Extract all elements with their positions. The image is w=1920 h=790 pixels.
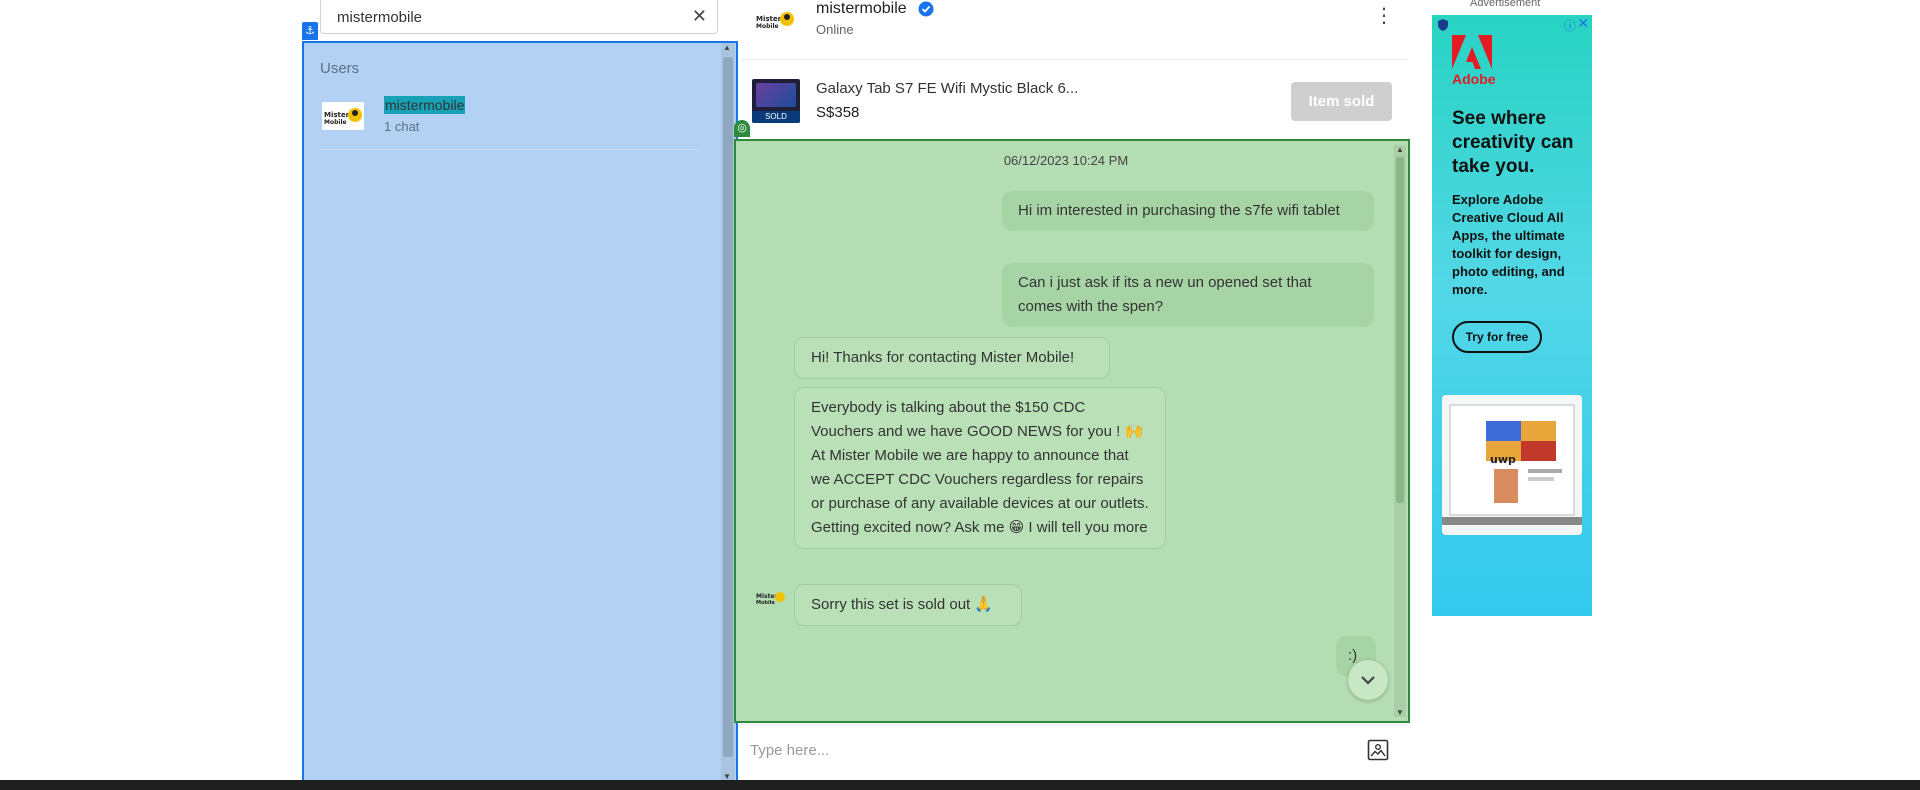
- avatar: Mister Mobile: [754, 6, 796, 34]
- message-bubble-incoming: Hi! Thanks for contacting Mister Mobile!: [794, 337, 1110, 379]
- sender-avatar: Mister Mobile: [756, 592, 785, 606]
- chat-status: Online: [816, 22, 854, 37]
- avatar: Mister Mobile: [322, 102, 364, 130]
- taskbar: [0, 780, 1920, 790]
- message-input[interactable]: [750, 735, 1330, 765]
- listing-summary[interactable]: SOLD Galaxy Tab S7 FE Wifi Mystic Black …: [740, 60, 1408, 140]
- svg-text:Mobile: Mobile: [756, 600, 775, 606]
- message-composer: [740, 724, 1408, 780]
- message-bubble-incoming: Sorry this set is sold out 🙏: [794, 584, 1022, 626]
- svg-text:Mobile: Mobile: [756, 23, 779, 30]
- chevron-down-icon: [1361, 676, 1375, 685]
- listing-price: S$358: [816, 104, 860, 121]
- scrollbar-thumb[interactable]: [1396, 157, 1404, 503]
- anchor-icon: ⚓: [302, 22, 318, 40]
- chat-header: Mister Mobile mistermobile Online ⋮: [740, 0, 1408, 60]
- ad-cta-button[interactable]: Try for free: [1452, 321, 1542, 353]
- more-options-icon[interactable]: ⋮: [1374, 6, 1394, 26]
- svg-text:uwp: uwp: [1490, 453, 1516, 466]
- messages-panel: 06/12/2023 10:24 PM Hi im interested in …: [734, 139, 1410, 723]
- messages-overlay-tag-icon: ◎: [734, 120, 750, 137]
- message-date: 06/12/2023 10:24 PM: [1003, 153, 1129, 168]
- image-upload-icon[interactable]: [1367, 739, 1389, 761]
- scroll-up-arrow-icon[interactable]: ▲: [723, 43, 731, 52]
- verified-badge-icon: [918, 1, 934, 17]
- messages-scrollbar[interactable]: ▲ ▼: [1394, 145, 1406, 717]
- scroll-to-bottom-button[interactable]: [1348, 660, 1388, 700]
- item-sold-button[interactable]: Item sold: [1291, 82, 1392, 121]
- search-value: mistermobile: [337, 9, 423, 26]
- svg-text:Mister: Mister: [756, 15, 782, 23]
- ad-body: Explore Adobe Creative Cloud All Apps, t…: [1452, 192, 1565, 297]
- users-scrollbar[interactable]: ▲ ▼: [721, 43, 735, 781]
- user-chat-count: 1 chat: [384, 119, 420, 134]
- user-name: mistermobile: [384, 96, 466, 114]
- search-input[interactable]: mistermobile ✕: [320, 0, 718, 34]
- ad-image: uwp: [1442, 395, 1582, 535]
- shield-icon: [1438, 19, 1448, 31]
- listing-thumbnail: SOLD: [752, 79, 800, 123]
- svg-text:Mister: Mister: [324, 111, 350, 119]
- users-heading: Users: [320, 60, 360, 77]
- message-bubble-incoming: Everybody is talking about the $150 CDC …: [794, 387, 1166, 549]
- ad-label: Advertisement: [1470, 0, 1541, 9]
- ad-brand: Adobe: [1452, 71, 1496, 87]
- advertisement[interactable]: ⓘ ✕ Adobe See where creativity can take …: [1432, 15, 1592, 616]
- svg-text:Mobile: Mobile: [324, 119, 347, 126]
- scroll-up-arrow-icon[interactable]: ▲: [1396, 145, 1404, 154]
- scroll-down-arrow-icon[interactable]: ▼: [1396, 708, 1404, 717]
- close-icon[interactable]: ✕: [1577, 15, 1589, 32]
- user-list-item[interactable]: Mister Mobile mistermobile 1 chat: [320, 92, 700, 150]
- ad-headline: See where creativity can take you.: [1452, 108, 1574, 177]
- message-bubble-outgoing: Hi im interested in purchasing the s7fe …: [1002, 191, 1374, 231]
- message-bubble-outgoing: Can i just ask if its a new un opened se…: [1002, 263, 1374, 327]
- info-icon[interactable]: ⓘ: [1564, 17, 1576, 34]
- scrollbar-thumb[interactable]: [723, 57, 733, 757]
- chat-user-name[interactable]: mistermobile: [816, 0, 907, 18]
- svg-text:Mister: Mister: [756, 593, 778, 600]
- close-icon[interactable]: ✕: [692, 6, 707, 27]
- sold-badge: SOLD: [752, 111, 800, 123]
- adobe-logo-icon: [1452, 35, 1492, 69]
- listing-title[interactable]: Galaxy Tab S7 FE Wifi Mystic Black 6...: [816, 80, 1078, 97]
- users-panel: [302, 41, 738, 783]
